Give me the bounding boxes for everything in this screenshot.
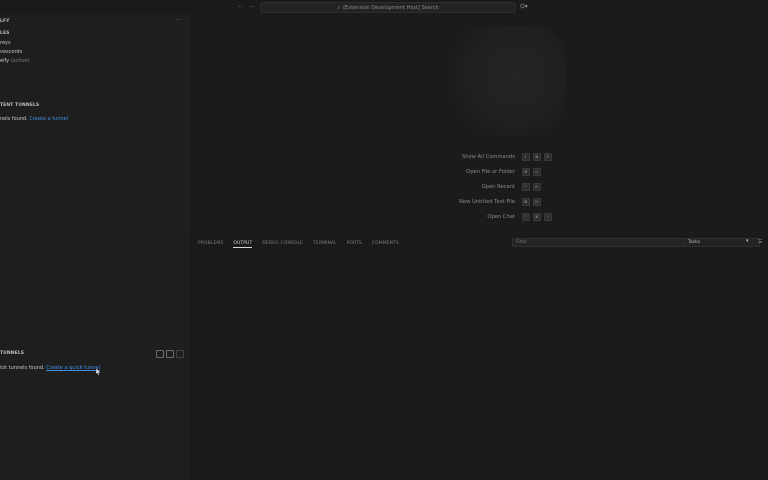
- sidebar-title: LFY: [0, 19, 10, 24]
- search-icon: ⌕: [337, 4, 341, 11]
- tunnels-empty-message: nels found. Create a tunnel: [0, 116, 69, 122]
- shortcut-row: New Untitled Text File ⌘ N: [375, 198, 544, 206]
- back-arrow-icon[interactable]: ←: [238, 3, 243, 10]
- panel-tabs: PROBLEMS OUTPUT DEBUG CONSOLE TERMINAL P…: [198, 241, 399, 248]
- profiles-header[interactable]: LES: [0, 31, 9, 36]
- filter-input[interactable]: Filter: [512, 238, 688, 247]
- list-item[interactable]: reys: [0, 40, 11, 46]
- shortcut-row: Open Recent ^ R: [375, 183, 544, 191]
- sidebar: [0, 14, 190, 480]
- list-item[interactable]: vescords: [0, 49, 22, 55]
- copilot-icon[interactable]: ⛭▾: [520, 3, 528, 11]
- active-badge: (active): [10, 58, 30, 64]
- tab-terminal[interactable]: TERMINAL: [313, 241, 337, 248]
- mouse-cursor-icon: [95, 368, 101, 376]
- chevron-down-icon[interactable]: ▾: [746, 238, 749, 244]
- refresh-icon[interactable]: [166, 350, 174, 358]
- tab-problems[interactable]: PROBLEMS: [198, 241, 223, 248]
- forward-arrow-icon[interactable]: →: [249, 3, 254, 10]
- panel-menu-icon[interactable]: ☰: [758, 239, 762, 245]
- search-text: [Extension Development Host] Search: [343, 4, 439, 11]
- list-item[interactable]: elfy (active): [0, 58, 30, 64]
- vscode-watermark-logo: [455, 26, 565, 136]
- tab-ports[interactable]: PORTS: [347, 241, 362, 248]
- command-center-search[interactable]: ⌕ [Extension Development Host] Search: [260, 2, 516, 13]
- persistent-tunnels-header[interactable]: TENT TUNNELS: [0, 103, 39, 108]
- shortcut-row: Show All Commands ⇧ ⌘ P: [375, 153, 555, 161]
- collapse-all-icon[interactable]: [176, 350, 184, 358]
- tab-output[interactable]: OUTPUT: [233, 241, 253, 248]
- create-tunnel-link[interactable]: Create a tunnel: [29, 116, 68, 122]
- shortcut-row: Open Chat ^ ⌘ I: [375, 213, 555, 221]
- more-actions-icon[interactable]: ···: [176, 17, 182, 24]
- quick-tunnels-empty-message: ick tunnels found. Create a quick tunnel: [0, 365, 101, 371]
- tab-comments[interactable]: COMMENTS: [372, 241, 399, 248]
- shortcut-row: Open File or Folder ⌘ O: [375, 168, 544, 176]
- tab-debug-console[interactable]: DEBUG CONSOLE: [262, 241, 303, 248]
- quick-tunnels-header[interactable]: TUNNELS: [0, 351, 24, 356]
- add-icon[interactable]: [156, 350, 164, 358]
- create-quick-tunnel-link[interactable]: Create a quick tunnel: [46, 365, 100, 371]
- bottom-panel: PROBLEMS OUTPUT DEBUG CONSOLE TERMINAL P…: [190, 236, 768, 480]
